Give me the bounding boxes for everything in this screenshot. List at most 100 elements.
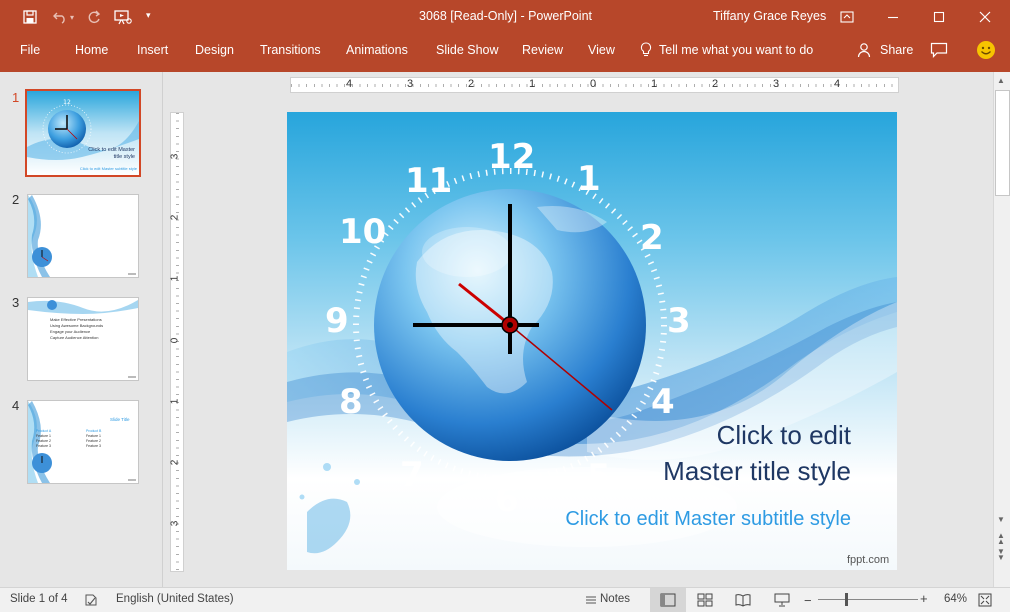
- ruler-label: 3: [407, 78, 414, 90]
- language-indicator[interactable]: English (United States): [116, 593, 234, 605]
- clock-number-1: 1: [577, 159, 601, 199]
- scrollbar-thumb[interactable]: [995, 90, 1010, 196]
- zoom-in-button[interactable]: +: [920, 591, 928, 606]
- ruler-label: 2: [712, 78, 719, 90]
- share-person-icon[interactable]: [857, 42, 873, 58]
- vertical-ruler[interactable]: 3 2 1 0 1 2 3: [169, 112, 184, 572]
- clock-number-3: 3: [667, 301, 691, 341]
- reading-view-icon[interactable]: [732, 591, 754, 609]
- ruler-label: 1: [169, 398, 181, 405]
- ruler-label: 1: [651, 78, 658, 90]
- tab-home[interactable]: Home: [75, 43, 108, 57]
- thumbnail-number: 2: [12, 192, 20, 207]
- slide-thumbnail-2[interactable]: [27, 194, 139, 278]
- tab-slide-show[interactable]: Slide Show: [436, 43, 499, 57]
- fit-to-window-icon[interactable]: [974, 591, 996, 609]
- subtitle-placeholder[interactable]: Click to edit Master subtitle style: [507, 508, 851, 531]
- ruler-label: 2: [169, 214, 181, 221]
- ruler-label: 2: [468, 78, 475, 90]
- clock-number-12: 12: [488, 137, 536, 177]
- ruler-label: 4: [834, 78, 841, 90]
- start-from-beginning-icon[interactable]: [113, 7, 133, 27]
- zoom-out-button[interactable]: −: [804, 593, 812, 608]
- tab-insert[interactable]: Insert: [137, 43, 168, 57]
- maximize-icon[interactable]: [916, 0, 962, 34]
- ruler-label: 3: [773, 78, 780, 90]
- ruler-label: 0: [169, 337, 181, 344]
- tab-view[interactable]: View: [588, 43, 615, 57]
- save-icon[interactable]: [20, 7, 40, 27]
- lightbulb-icon: [640, 42, 652, 58]
- zoom-slider-track[interactable]: [818, 599, 918, 600]
- clock-number-11: 11: [405, 161, 453, 201]
- tab-animations[interactable]: Animations: [346, 43, 408, 57]
- ruler-label: 3: [169, 520, 181, 527]
- clock-number-7: 7: [400, 455, 424, 495]
- smiley-feedback-icon[interactable]: [976, 40, 996, 60]
- fppt-watermark: fppt.com: [847, 554, 890, 566]
- thumbnail-number: 3: [12, 295, 20, 310]
- thumbnail-bullet: Capture Audience Attention: [50, 335, 99, 340]
- status-bar: Slide 1 of 4 English (United States) Not…: [0, 587, 1010, 612]
- next-slide-icon[interactable]: ▼ ▼: [997, 548, 1005, 562]
- ruler-label: 1: [529, 78, 536, 90]
- undo-icon[interactable]: [50, 7, 70, 27]
- ribbon-tabs: File Home Insert Design Transitions Anim…: [0, 34, 1010, 72]
- zoom-slider-thumb[interactable]: [845, 593, 848, 606]
- thumbnail-title-text: Click to edit Master title style: [88, 147, 135, 160]
- clock-number-8: 8: [339, 382, 363, 422]
- clock-number-10: 10: [339, 212, 387, 252]
- svg-text:12: 12: [63, 99, 71, 106]
- slide-show-icon[interactable]: [771, 591, 793, 609]
- close-icon[interactable]: [962, 0, 1008, 34]
- redo-icon[interactable]: [84, 7, 104, 27]
- normal-view-icon[interactable]: [657, 591, 679, 609]
- slide-thumbnail-3[interactable]: Make Effective Presentations Using Aweso…: [27, 297, 139, 381]
- thumbnail-feature: Feature 3: [36, 444, 51, 448]
- tab-design[interactable]: Design: [195, 43, 234, 57]
- customize-toolbar-icon[interactable]: ▾: [146, 10, 151, 21]
- ruler-label: 0: [590, 78, 597, 90]
- ribbon-display-options-icon[interactable]: [824, 0, 870, 34]
- tab-file[interactable]: File: [20, 43, 40, 57]
- tab-review[interactable]: Review: [522, 43, 563, 57]
- scroll-down-arrow[interactable]: ▼: [997, 515, 1005, 524]
- slide-counter: Slide 1 of 4: [10, 593, 68, 605]
- slide-thumbnail-1[interactable]: 12 Click to edit Master title style Clic…: [25, 89, 141, 177]
- thumbnail-col-b: Product B Feature 1 Feature 2 Feature 3: [86, 429, 101, 449]
- tell-me-search[interactable]: Tell me what you want to do: [659, 43, 813, 57]
- ruler-label: 1: [169, 275, 181, 282]
- tab-transitions[interactable]: Transitions: [260, 43, 321, 57]
- clock-number-2: 2: [640, 218, 664, 258]
- scroll-up-arrow[interactable]: ▲: [997, 76, 1005, 85]
- thumbnail-subtitle-text: Click to edit Master subtitle style: [79, 166, 137, 171]
- slide-thumbnail-4[interactable]: Slide Title Product A Feature 1 Feature …: [27, 400, 139, 484]
- window-title: 3068 [Read-Only] - PowerPoint: [419, 9, 593, 23]
- title-bar: ▾ ▾ 3068 [Read-Only] - PowerPoint Tiffan…: [0, 0, 1010, 34]
- undo-dropdown-icon[interactable]: ▾: [70, 13, 74, 22]
- thumbnail-feature: Feature 3: [86, 444, 101, 448]
- ruler-label: 4: [346, 78, 353, 90]
- title-placeholder[interactable]: Click to edit Master title style: [587, 417, 851, 489]
- title-line-1: Click to edit: [716, 420, 851, 450]
- slide-sorter-icon[interactable]: [694, 591, 716, 609]
- ruler-label: 2: [169, 459, 181, 466]
- horizontal-ruler[interactable]: 4 3 2 1 0 1 2 3 4: [290, 77, 899, 93]
- ruler-label: 3: [169, 153, 181, 160]
- thumbnail-number: 4: [12, 398, 20, 413]
- thumbnail-number: 1: [12, 90, 20, 105]
- thumbnail-slide-title: Slide Title: [110, 417, 130, 422]
- slide-canvas[interactable]: 12 1 2 3 4 5 6 7 8 9 10 11 Click to edit…: [287, 112, 897, 570]
- thumbnail-col-a: Product A Feature 1 Feature 2 Feature 3: [36, 429, 51, 449]
- user-name[interactable]: Tiffany Grace Reyes: [713, 9, 826, 23]
- notes-button[interactable]: Notes: [600, 593, 630, 605]
- vertical-scrollbar[interactable]: ▲ ▼ ▲ ▲ ▼ ▼: [993, 72, 1010, 587]
- notes-icon[interactable]: [580, 591, 602, 609]
- previous-slide-icon[interactable]: ▲ ▲: [997, 532, 1005, 546]
- clock-number-9: 9: [325, 301, 349, 341]
- spelling-check-icon[interactable]: [80, 591, 102, 609]
- zoom-level[interactable]: 64%: [944, 593, 967, 605]
- share-button[interactable]: Share: [880, 43, 913, 57]
- minimize-icon[interactable]: [870, 0, 916, 34]
- comments-icon[interactable]: [930, 42, 948, 58]
